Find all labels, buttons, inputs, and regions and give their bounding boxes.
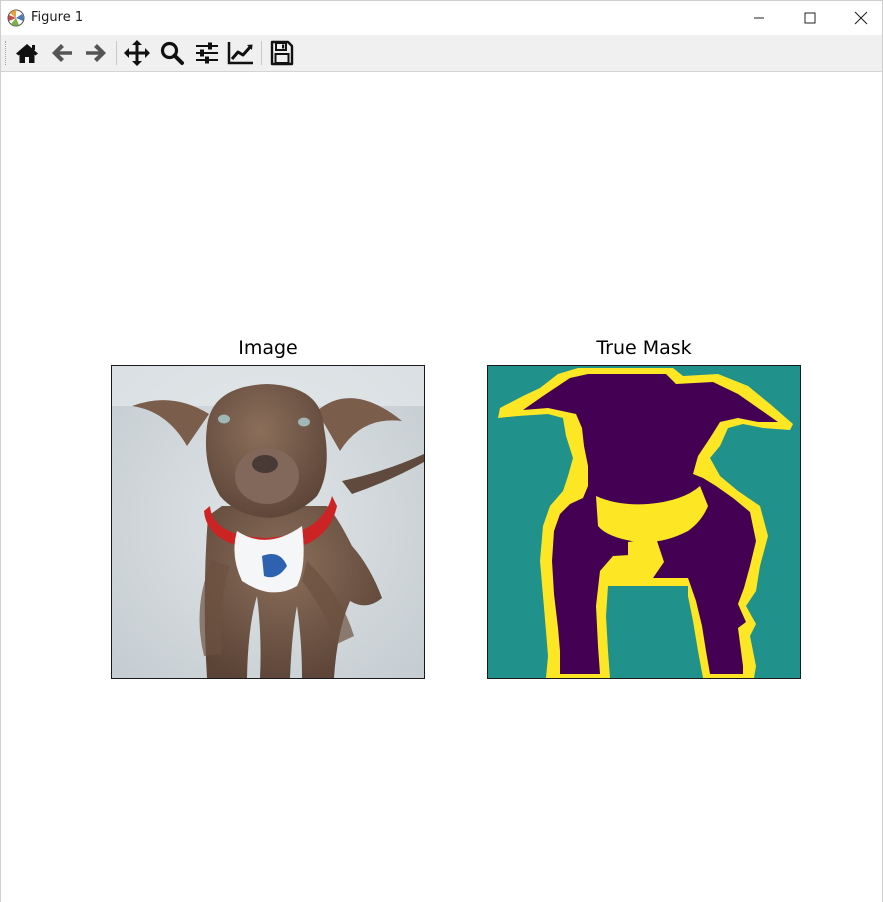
image-axes-title: Image xyxy=(238,337,298,359)
figure-window: Figure 1 Image True Mask xyxy=(0,0,883,902)
mask-axes-title: True Mask xyxy=(596,337,692,359)
mask-axes[interactable] xyxy=(487,365,801,679)
close-button[interactable] xyxy=(838,1,883,35)
floppy-disk-icon xyxy=(270,40,294,66)
save-button[interactable] xyxy=(266,38,298,68)
pan-button[interactable] xyxy=(121,38,153,68)
toolbar-separator xyxy=(261,41,262,65)
magnifier-icon xyxy=(160,41,184,65)
window-title: Figure 1 xyxy=(31,10,84,25)
image-axes[interactable] xyxy=(111,365,425,679)
arrow-left-icon xyxy=(52,44,72,62)
configure-subplots-button[interactable] xyxy=(191,38,223,68)
line-chart-icon xyxy=(227,42,253,65)
arrow-right-icon xyxy=(86,44,106,62)
sliders-icon xyxy=(196,42,218,64)
home-button[interactable] xyxy=(11,38,43,68)
matplotlib-icon xyxy=(7,9,25,27)
dog-photo xyxy=(112,366,424,678)
figure-canvas[interactable]: Image True Mask xyxy=(1,72,882,902)
navigation-toolbar xyxy=(1,35,882,72)
maximize-icon xyxy=(804,12,816,24)
minimize-icon xyxy=(754,17,764,19)
toolbar-grip[interactable] xyxy=(5,41,8,65)
zoom-button[interactable] xyxy=(156,38,188,68)
minimize-button[interactable] xyxy=(736,1,782,35)
close-icon xyxy=(854,11,868,25)
back-button[interactable] xyxy=(46,38,78,68)
home-icon xyxy=(16,44,38,63)
forward-button[interactable] xyxy=(80,38,112,68)
title-bar[interactable]: Figure 1 xyxy=(1,1,882,35)
maximize-button[interactable] xyxy=(787,1,833,35)
edit-axes-button[interactable] xyxy=(225,38,257,68)
segmentation-mask xyxy=(488,366,800,678)
move-icon xyxy=(124,40,150,66)
toolbar-separator xyxy=(116,41,117,65)
